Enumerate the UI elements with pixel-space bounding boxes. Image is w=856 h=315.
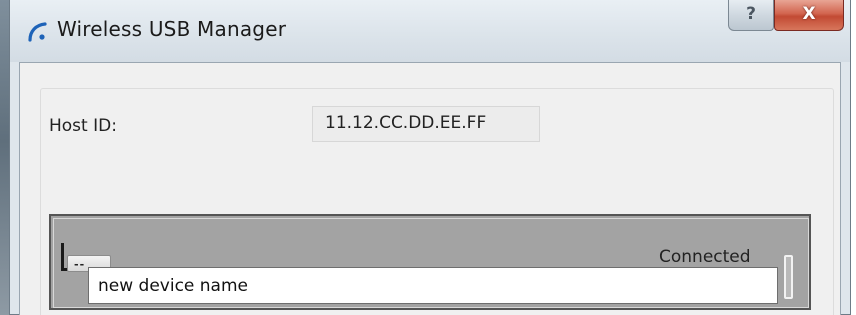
help-button[interactable]: ? bbox=[728, 0, 774, 31]
device-name-input[interactable] bbox=[88, 267, 778, 304]
host-id-field: 11.12.CC.DD.EE.FF bbox=[312, 106, 540, 142]
window-title: Wireless USB Manager bbox=[57, 17, 287, 41]
host-id-label: Host ID: bbox=[49, 116, 117, 136]
dash-label: -- bbox=[74, 258, 86, 271]
device-list[interactable]: -- Connected bbox=[49, 214, 811, 310]
title-bar[interactable]: Wireless USB Manager ? X bbox=[10, 0, 850, 62]
screen: Wireless USB Manager ? X Host ID: 11.12.… bbox=[0, 0, 856, 315]
device-row[interactable]: -- Connected bbox=[53, 218, 809, 308]
connection-status: Connected bbox=[659, 247, 751, 267]
client-area: Host ID: 11.12.CC.DD.EE.FF -- Connected bbox=[19, 62, 841, 315]
wireless-usb-manager-window: Wireless USB Manager ? X Host ID: 11.12.… bbox=[9, 0, 851, 315]
wireless-icon bbox=[28, 22, 47, 42]
close-button[interactable]: X bbox=[774, 0, 844, 31]
scrollbar-thumb[interactable] bbox=[784, 255, 793, 299]
